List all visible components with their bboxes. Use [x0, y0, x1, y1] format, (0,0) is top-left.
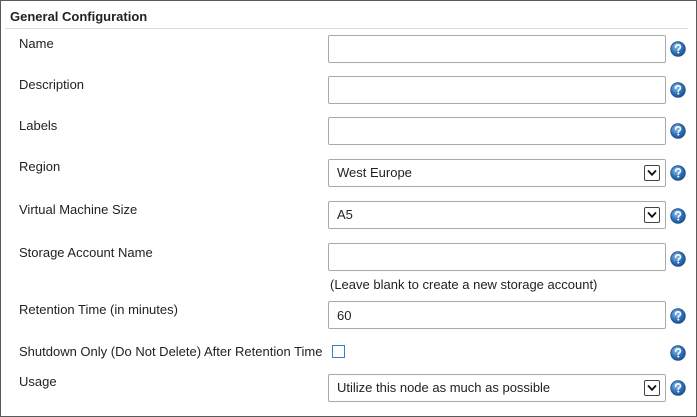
storage-account-input[interactable] — [328, 243, 666, 271]
help-icon[interactable] — [670, 345, 686, 361]
region-selected-value: West Europe — [337, 165, 412, 180]
region-label: Region — [19, 159, 61, 174]
section-title: General Configuration — [10, 9, 148, 24]
chevron-down-icon[interactable] — [644, 165, 660, 181]
retention-time-input[interactable] — [328, 301, 666, 329]
name-input[interactable] — [328, 35, 666, 63]
retention-time-label: Retention Time (in minutes) — [19, 302, 178, 317]
help-icon[interactable] — [670, 82, 686, 98]
vm-size-select[interactable]: A5 — [328, 201, 666, 229]
labels-input[interactable] — [328, 117, 666, 145]
help-icon[interactable] — [670, 208, 686, 224]
storage-account-label: Storage Account Name — [19, 245, 153, 260]
usage-select[interactable]: Utilize this node as much as possible — [328, 374, 666, 402]
help-icon[interactable] — [670, 308, 686, 324]
description-input[interactable] — [328, 76, 666, 104]
help-icon[interactable] — [670, 165, 686, 181]
description-label: Description — [19, 77, 85, 92]
name-label: Name — [19, 36, 54, 51]
help-icon[interactable] — [670, 41, 686, 57]
region-select[interactable]: West Europe — [328, 159, 666, 187]
help-icon[interactable] — [670, 380, 686, 396]
vm-size-label: Virtual Machine Size — [19, 202, 138, 217]
vm-size-selected-value: A5 — [337, 207, 353, 222]
chevron-down-icon[interactable] — [644, 380, 660, 396]
section-divider — [5, 28, 688, 29]
labels-label: Labels — [19, 118, 58, 133]
help-icon[interactable] — [670, 251, 686, 267]
storage-account-hint: (Leave blank to create a new storage acc… — [330, 277, 598, 292]
shutdown-only-label: Shutdown Only (Do Not Delete) After Rete… — [19, 344, 323, 359]
chevron-down-icon[interactable] — [644, 207, 660, 223]
usage-selected-value: Utilize this node as much as possible — [337, 380, 551, 395]
shutdown-only-checkbox[interactable] — [332, 345, 345, 358]
usage-label: Usage — [19, 374, 57, 389]
help-icon[interactable] — [670, 123, 686, 139]
general-configuration-panel: General Configuration Name Description L… — [0, 0, 697, 417]
